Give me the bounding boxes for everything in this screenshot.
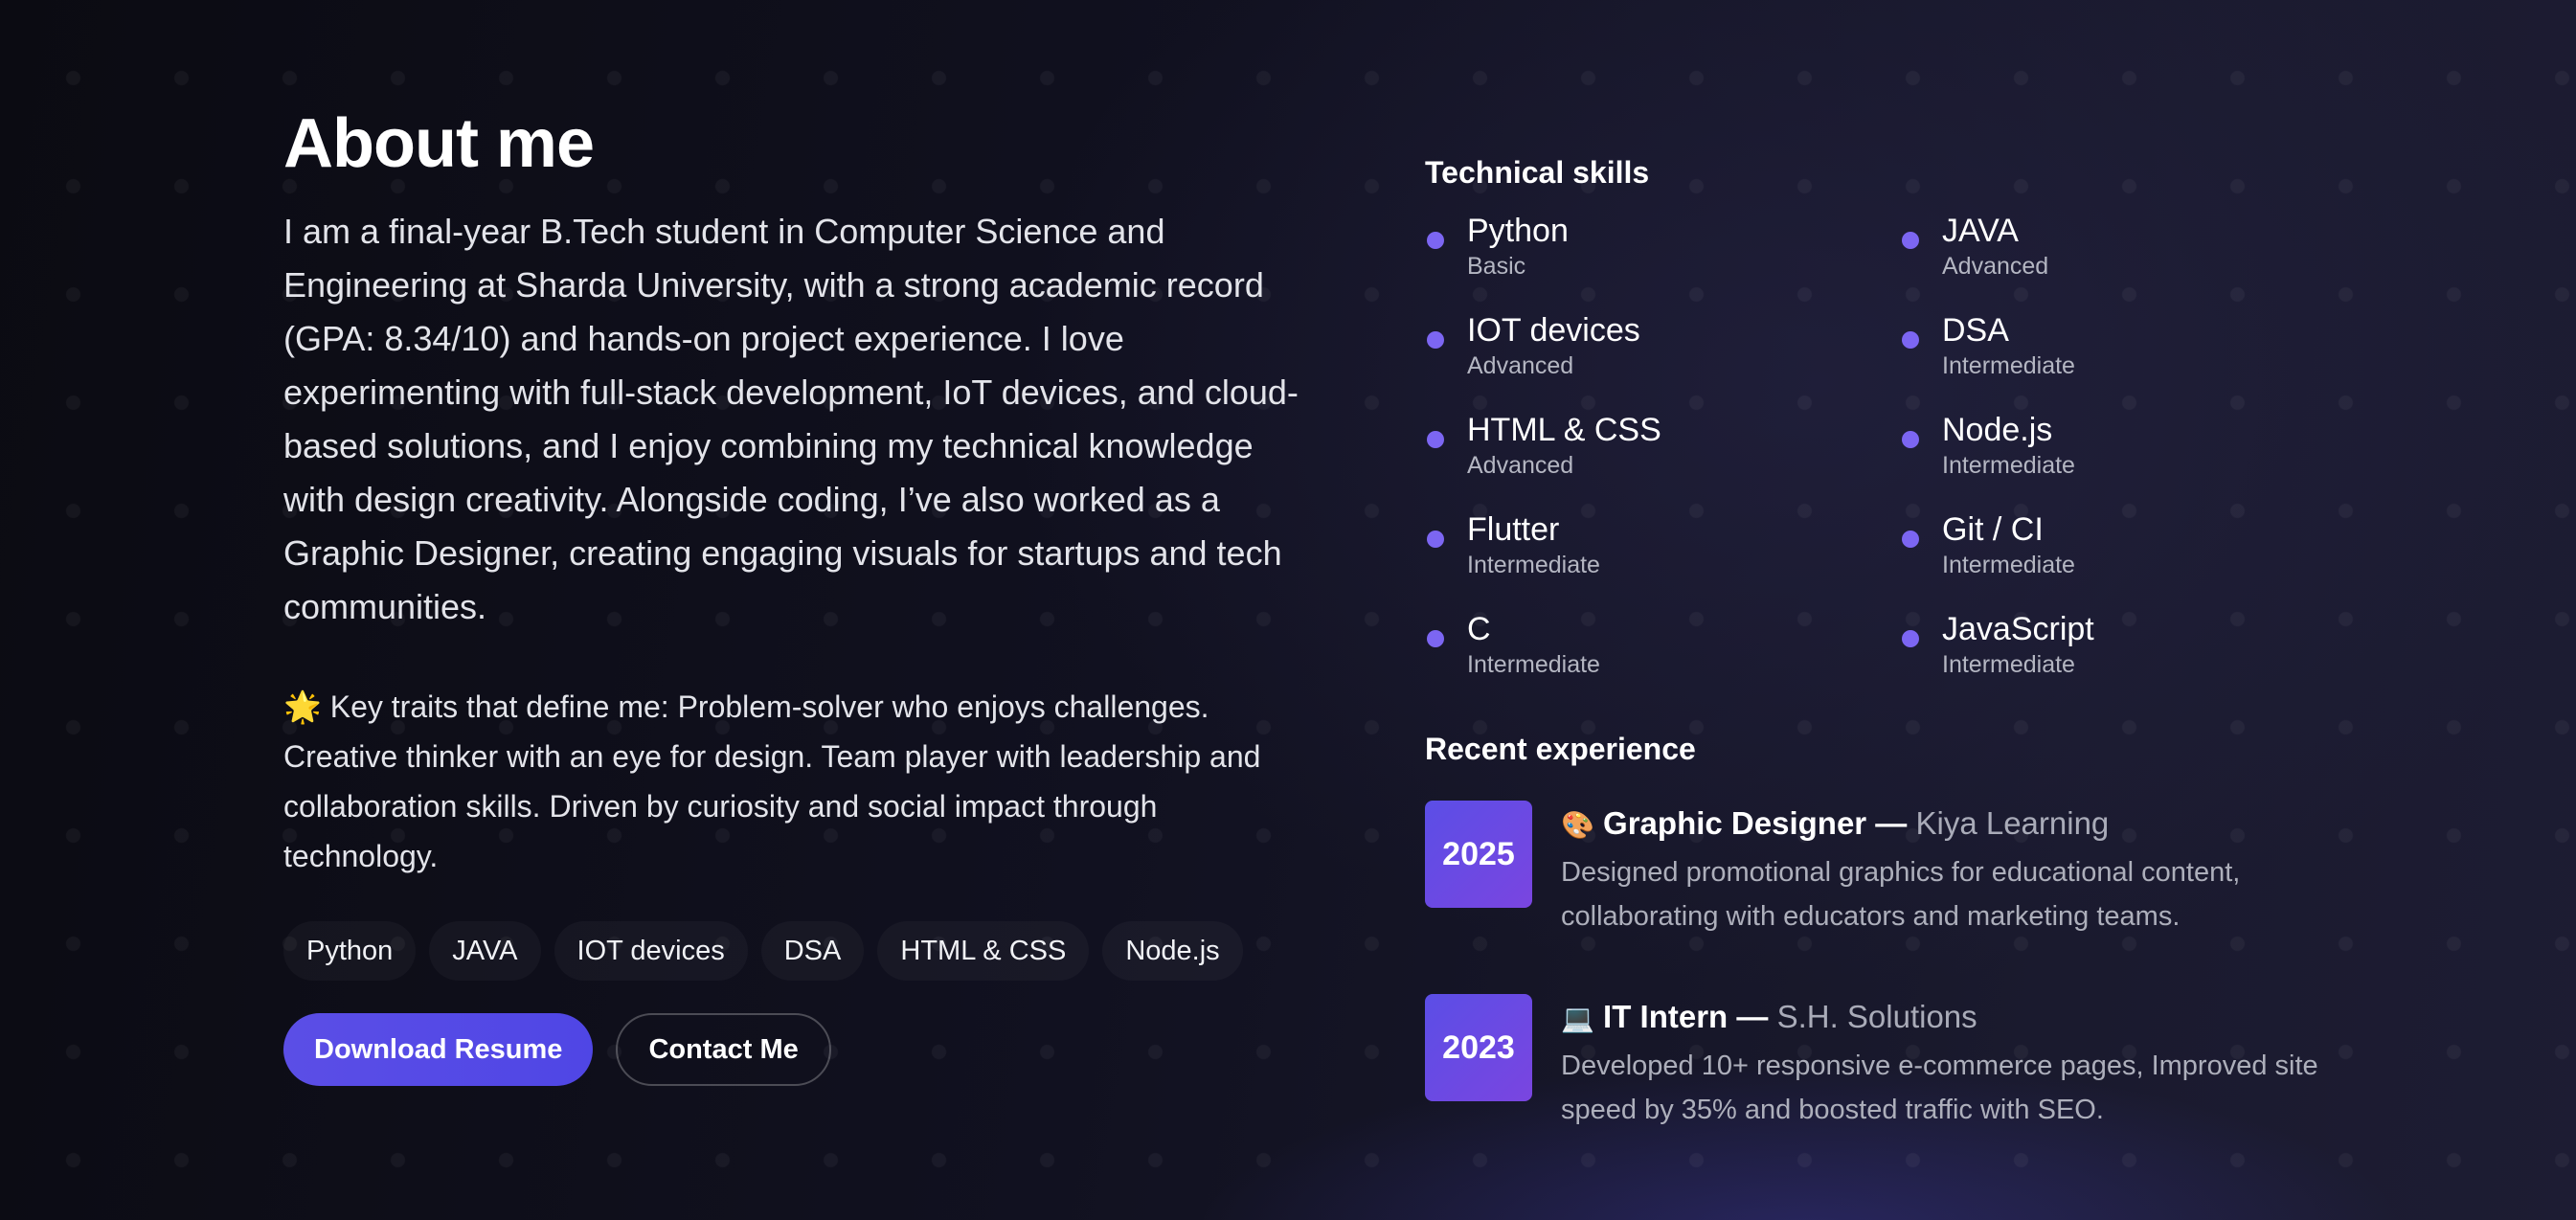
skill-item-python: Python Basic bbox=[1425, 211, 1900, 310]
contact-me-button[interactable]: Contact Me bbox=[616, 1013, 831, 1086]
skill-chip-list: Python JAVA IOT devices DSA HTML & CSS N… bbox=[283, 921, 1299, 981]
skill-item-html-css: HTML & CSS Advanced bbox=[1425, 410, 1900, 509]
experience-company: Kiya Learning bbox=[1915, 805, 2110, 841]
skill-level: Basic bbox=[1467, 253, 1526, 280]
skill-name: IOT devices bbox=[1467, 312, 1640, 349]
skill-name: DSA bbox=[1942, 312, 2009, 349]
skill-name: C bbox=[1467, 611, 1491, 647]
skill-item-dsa: DSA Intermediate bbox=[1900, 310, 2375, 410]
skill-level: Advanced bbox=[1942, 253, 2049, 280]
bullet-dot-icon bbox=[1902, 630, 1919, 647]
bullet-dot-icon bbox=[1902, 431, 1919, 448]
skill-chip-java: JAVA bbox=[429, 921, 540, 981]
skill-chip-iot-devices: IOT devices bbox=[554, 921, 748, 981]
experience-item: 2023 💻 IT Intern — S.H. Solutions Develo… bbox=[1425, 994, 2383, 1132]
technical-skills-heading: Technical skills bbox=[1425, 155, 1650, 190]
palette-icon: 🎨 bbox=[1561, 810, 1594, 840]
skill-name: Python bbox=[1467, 213, 1569, 249]
skill-level: Intermediate bbox=[1942, 651, 2075, 678]
skill-item-flutter: Flutter Intermediate bbox=[1425, 509, 1900, 609]
skill-level: Intermediate bbox=[1942, 452, 2075, 479]
skill-level: Intermediate bbox=[1467, 651, 1600, 678]
skill-level: Intermediate bbox=[1467, 552, 1600, 578]
experience-list: 2025 🎨 Graphic Designer — Kiya Learning … bbox=[1425, 801, 2383, 1132]
about-section: About me I am a final-year B.Tech studen… bbox=[283, 96, 1299, 1086]
skill-item-git-ci: Git / CI Intermediate bbox=[1900, 509, 2375, 609]
skill-level: Advanced bbox=[1467, 352, 1574, 379]
skill-item-nodejs: Node.js Intermediate bbox=[1900, 410, 2375, 509]
skill-name: Flutter bbox=[1467, 511, 1560, 548]
skill-chip-html-css: HTML & CSS bbox=[877, 921, 1089, 981]
experience-year-badge: 2025 bbox=[1425, 801, 1532, 908]
skill-chip-nodejs: Node.js bbox=[1102, 921, 1242, 981]
skill-item-c: C Intermediate bbox=[1425, 609, 1900, 709]
skill-item-java: JAVA Advanced bbox=[1900, 211, 2375, 310]
skill-name: Node.js bbox=[1942, 412, 2053, 448]
skill-item-iot-devices: IOT devices Advanced bbox=[1425, 310, 1900, 410]
about-paragraph: I am a final-year B.Tech student in Comp… bbox=[283, 212, 1299, 626]
experience-description: Developed 10+ responsive e-commerce page… bbox=[1561, 1051, 2318, 1125]
experience-description: Designed promotional graphics for educat… bbox=[1561, 857, 2241, 932]
technical-skills-list: Python Basic JAVA Advanced IOT devices A… bbox=[1425, 211, 2383, 709]
key-traits-paragraph: 🌟 Key traits that define me: Problem-sol… bbox=[283, 689, 1261, 873]
skill-level: Advanced bbox=[1467, 452, 1574, 479]
bullet-dot-icon bbox=[1427, 331, 1444, 349]
bullet-dot-icon bbox=[1902, 331, 1919, 349]
skills-experience-panel: Technical skills Python Basic JAVA Advan… bbox=[1425, 153, 2383, 1187]
bullet-dot-icon bbox=[1427, 630, 1444, 647]
experience-role: Graphic Designer — bbox=[1603, 805, 1908, 841]
experience-company: S.H. Solutions bbox=[1776, 999, 1977, 1034]
skill-chip-python: Python bbox=[283, 921, 416, 981]
experience-role: IT Intern — bbox=[1603, 999, 1769, 1034]
skill-item-javascript: JavaScript Intermediate bbox=[1900, 609, 2375, 709]
skill-level: Intermediate bbox=[1942, 352, 2075, 379]
experience-title: 💻 IT Intern — S.H. Solutions bbox=[1561, 994, 2383, 1042]
experience-title: 🎨 Graphic Designer — Kiya Learning bbox=[1561, 801, 2383, 848]
bullet-dot-icon bbox=[1427, 232, 1444, 249]
bullet-dot-icon bbox=[1902, 531, 1919, 548]
experience-item: 2025 🎨 Graphic Designer — Kiya Learning … bbox=[1425, 801, 2383, 938]
laptop-icon: 💻 bbox=[1561, 1004, 1594, 1033]
page-title: About me bbox=[283, 105, 595, 182]
skill-name: JavaScript bbox=[1942, 611, 2094, 647]
skill-name: JAVA bbox=[1942, 213, 2019, 249]
bullet-dot-icon bbox=[1427, 431, 1444, 448]
recent-experience-heading: Recent experience bbox=[1425, 732, 1696, 766]
skill-name: HTML & CSS bbox=[1467, 412, 1661, 448]
action-buttons: Download Resume Contact Me bbox=[283, 1013, 1299, 1086]
skill-chip-dsa: DSA bbox=[761, 921, 865, 981]
bullet-dot-icon bbox=[1427, 531, 1444, 548]
experience-year-badge: 2023 bbox=[1425, 994, 1532, 1101]
bullet-dot-icon bbox=[1902, 232, 1919, 249]
skill-name: Git / CI bbox=[1942, 511, 2044, 548]
download-resume-button[interactable]: Download Resume bbox=[283, 1013, 594, 1086]
skill-level: Intermediate bbox=[1942, 552, 2075, 578]
